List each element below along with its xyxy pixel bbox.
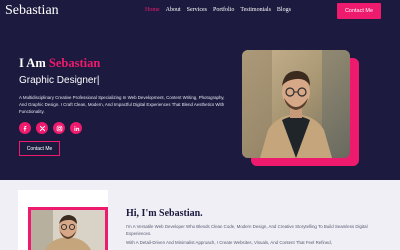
about-portrait [28, 207, 108, 250]
nav-link-blogs[interactable]: Blogs [277, 7, 291, 13]
navbar: Sebastian Home About Services Portfolio … [0, 0, 400, 22]
nav-link-services[interactable]: Services [187, 7, 207, 13]
hero-description: A Multidisciplinary Creative Professiona… [19, 95, 225, 114]
about-paragraph: I'm A Versatile Web Developer Who Blends… [126, 224, 368, 236]
nav-link-portfolio[interactable]: Portfolio [213, 7, 234, 13]
hero-role: Graphic Designer| [19, 75, 100, 86]
social-links [19, 122, 82, 134]
about-heading: Hi, I'm Sebastian. [126, 208, 203, 219]
hero-heading: I Am Sebastian [19, 56, 100, 71]
about-paragraph-secondary: With A Detail-Driven And Minimalist Appr… [126, 240, 332, 245]
x-icon[interactable] [36, 122, 48, 134]
hero-contact-button[interactable]: Contact Me [19, 141, 60, 156]
linkedin-icon[interactable] [70, 122, 82, 134]
facebook-icon[interactable] [19, 122, 31, 134]
instagram-icon[interactable] [53, 122, 65, 134]
nav-links: Home About Services Portfolio Testimonia… [145, 7, 291, 13]
nav-link-testimonials[interactable]: Testimonials [240, 7, 271, 13]
hero-greeting: I Am [19, 56, 49, 70]
hero-name: Sebastian [48, 56, 101, 70]
brand-logo[interactable]: Sebastian [5, 3, 59, 19]
nav-link-about[interactable]: About [166, 7, 181, 13]
nav-link-home[interactable]: Home [145, 7, 160, 13]
hero-portrait [242, 50, 350, 158]
nav-contact-button[interactable]: Contact Me [337, 3, 381, 19]
